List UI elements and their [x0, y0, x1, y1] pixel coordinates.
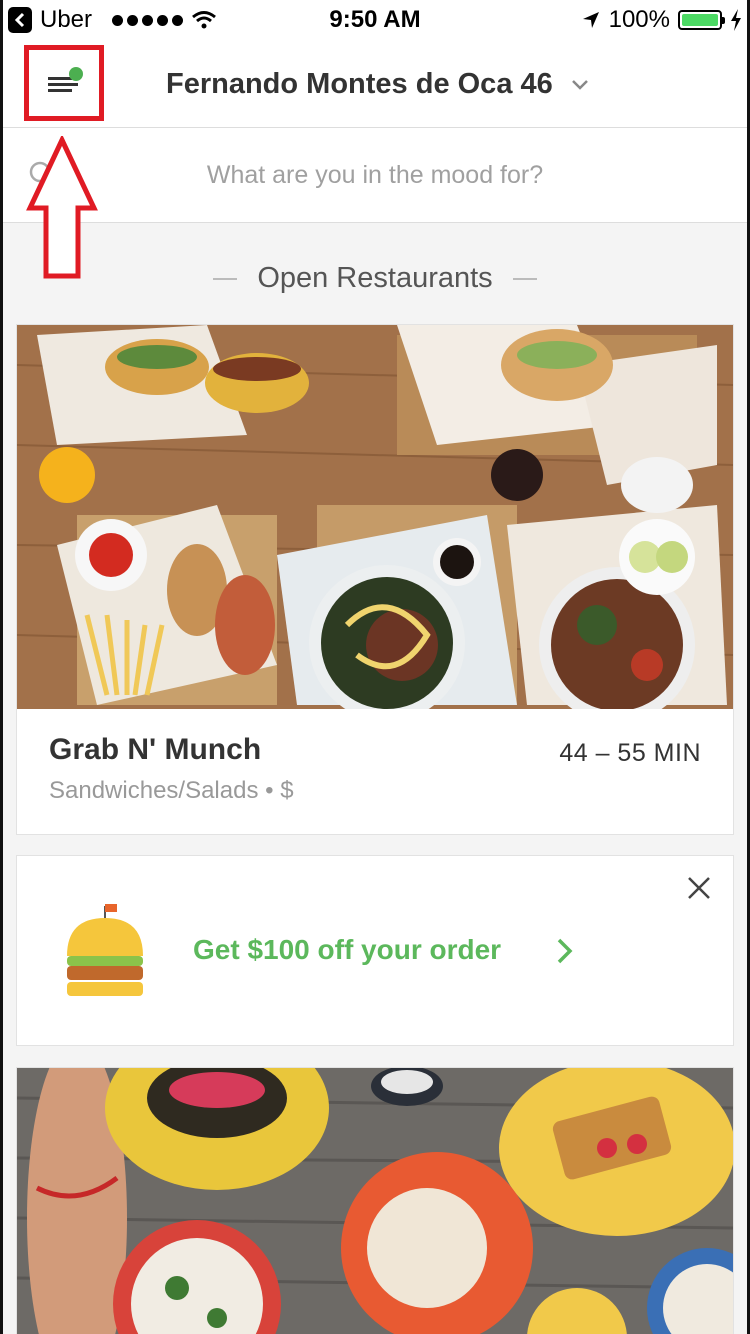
divider: [213, 277, 238, 280]
notification-dot: [69, 67, 83, 81]
menu-icon: [48, 67, 83, 92]
restaurant-category: Sandwiches/Salads • $: [49, 777, 294, 804]
charging-icon: [731, 9, 741, 31]
chevron-right-icon[interactable]: [557, 938, 573, 964]
search-bar: [0, 128, 750, 223]
location-arrow-icon: [582, 12, 599, 28]
status-right: 100%: [581, 6, 742, 34]
battery-percent: 100%: [608, 6, 670, 33]
section-title: Open Restaurants: [257, 262, 493, 294]
status-bar: Uber 9:50 AM 100%: [0, 0, 750, 40]
address-label: Fernando Montes de Oca 46: [166, 68, 553, 100]
header: Fernando Montes de Oca 46: [0, 40, 750, 128]
annotation-arrow-icon: [26, 136, 98, 279]
promo-card[interactable]: Get $100 off your order: [16, 855, 734, 1046]
delivery-eta: 44 – 55 MIN: [559, 739, 701, 767]
promo-text[interactable]: Get $100 off your order: [193, 934, 501, 966]
close-icon[interactable]: [687, 876, 711, 900]
section-heading: Open Restaurants: [0, 262, 750, 295]
menu-button[interactable]: [24, 45, 104, 121]
restaurant-photo: [17, 325, 733, 709]
divider: [512, 277, 537, 280]
delivery-address-selector[interactable]: Fernando Montes de Oca 46: [166, 68, 589, 101]
restaurant-photo: [17, 1068, 733, 1334]
burger-icon: [67, 904, 143, 996]
chevron-down-icon: [571, 79, 588, 90]
battery-icon: [678, 10, 725, 30]
restaurant-name: Grab N' Munch: [49, 733, 262, 766]
restaurant-card[interactable]: Grab N' Munch 44 – 55 MIN Sandwiches/Sal…: [16, 324, 734, 835]
search-input[interactable]: [120, 150, 630, 200]
restaurant-card[interactable]: [16, 1067, 734, 1334]
